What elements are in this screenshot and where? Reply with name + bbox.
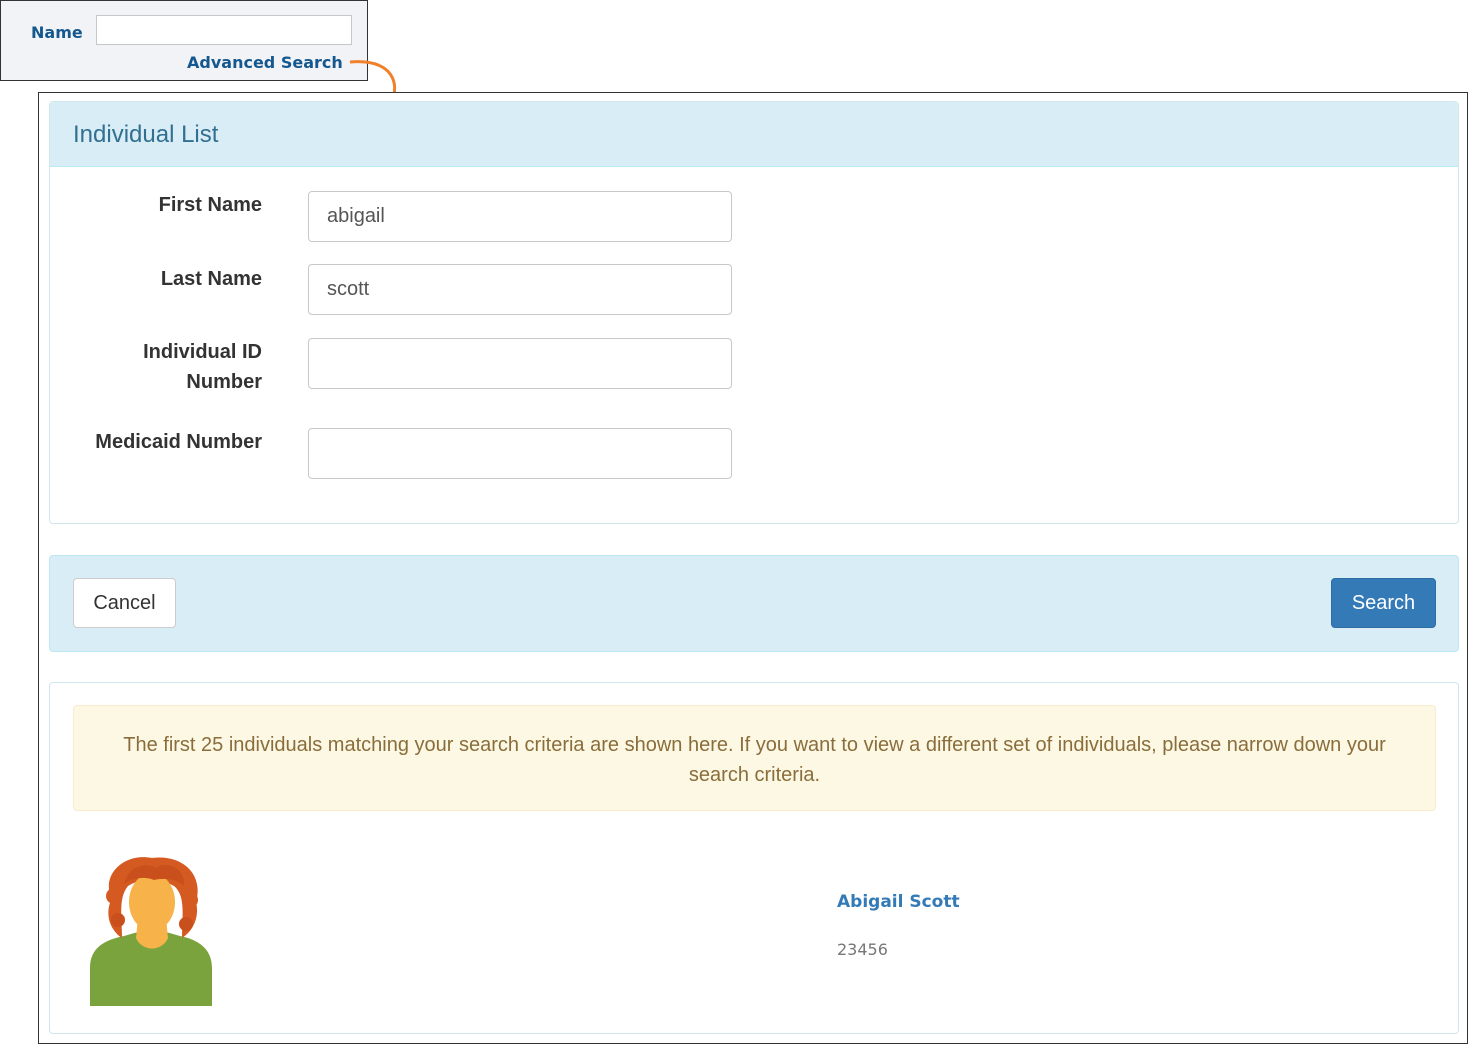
- last-name-label: Last Name: [160, 268, 262, 290]
- name-search-input[interactable]: [96, 15, 352, 45]
- results-panel: The first 25 individuals matching your s…: [49, 682, 1459, 1034]
- first-name-input[interactable]: [308, 191, 732, 242]
- results-notice: The first 25 individuals matching your s…: [73, 705, 1436, 811]
- individual-id-label: Individual ID Number: [143, 337, 262, 397]
- page-title: Individual List: [73, 121, 219, 148]
- advanced-search-page: Individual List First Name Last Name Ind…: [38, 92, 1468, 1044]
- quick-search-box: Name Advanced Search: [0, 0, 368, 81]
- individual-name-link[interactable]: Abigail Scott: [837, 892, 960, 912]
- panel-heading: Individual List: [50, 102, 1458, 167]
- individual-id-label-line2: Number: [186, 371, 262, 393]
- medicaid-number-label: Medicaid Number: [95, 431, 262, 453]
- first-name-label: First Name: [158, 194, 262, 216]
- individual-id-value: 23456: [837, 940, 888, 959]
- advanced-search-link[interactable]: Advanced Search: [187, 53, 343, 72]
- search-form-panel: Individual List First Name Last Name Ind…: [49, 101, 1459, 524]
- name-label: Name: [31, 23, 83, 42]
- last-name-input[interactable]: [308, 264, 732, 315]
- individual-id-input[interactable]: [308, 338, 732, 389]
- medicaid-number-input[interactable]: [308, 428, 732, 479]
- search-button[interactable]: Search: [1331, 578, 1436, 628]
- individual-id-label-line1: Individual ID: [143, 341, 262, 363]
- cancel-button[interactable]: Cancel: [73, 578, 176, 628]
- action-bar: Cancel Search: [49, 555, 1459, 652]
- female-avatar-icon: [90, 857, 212, 1006]
